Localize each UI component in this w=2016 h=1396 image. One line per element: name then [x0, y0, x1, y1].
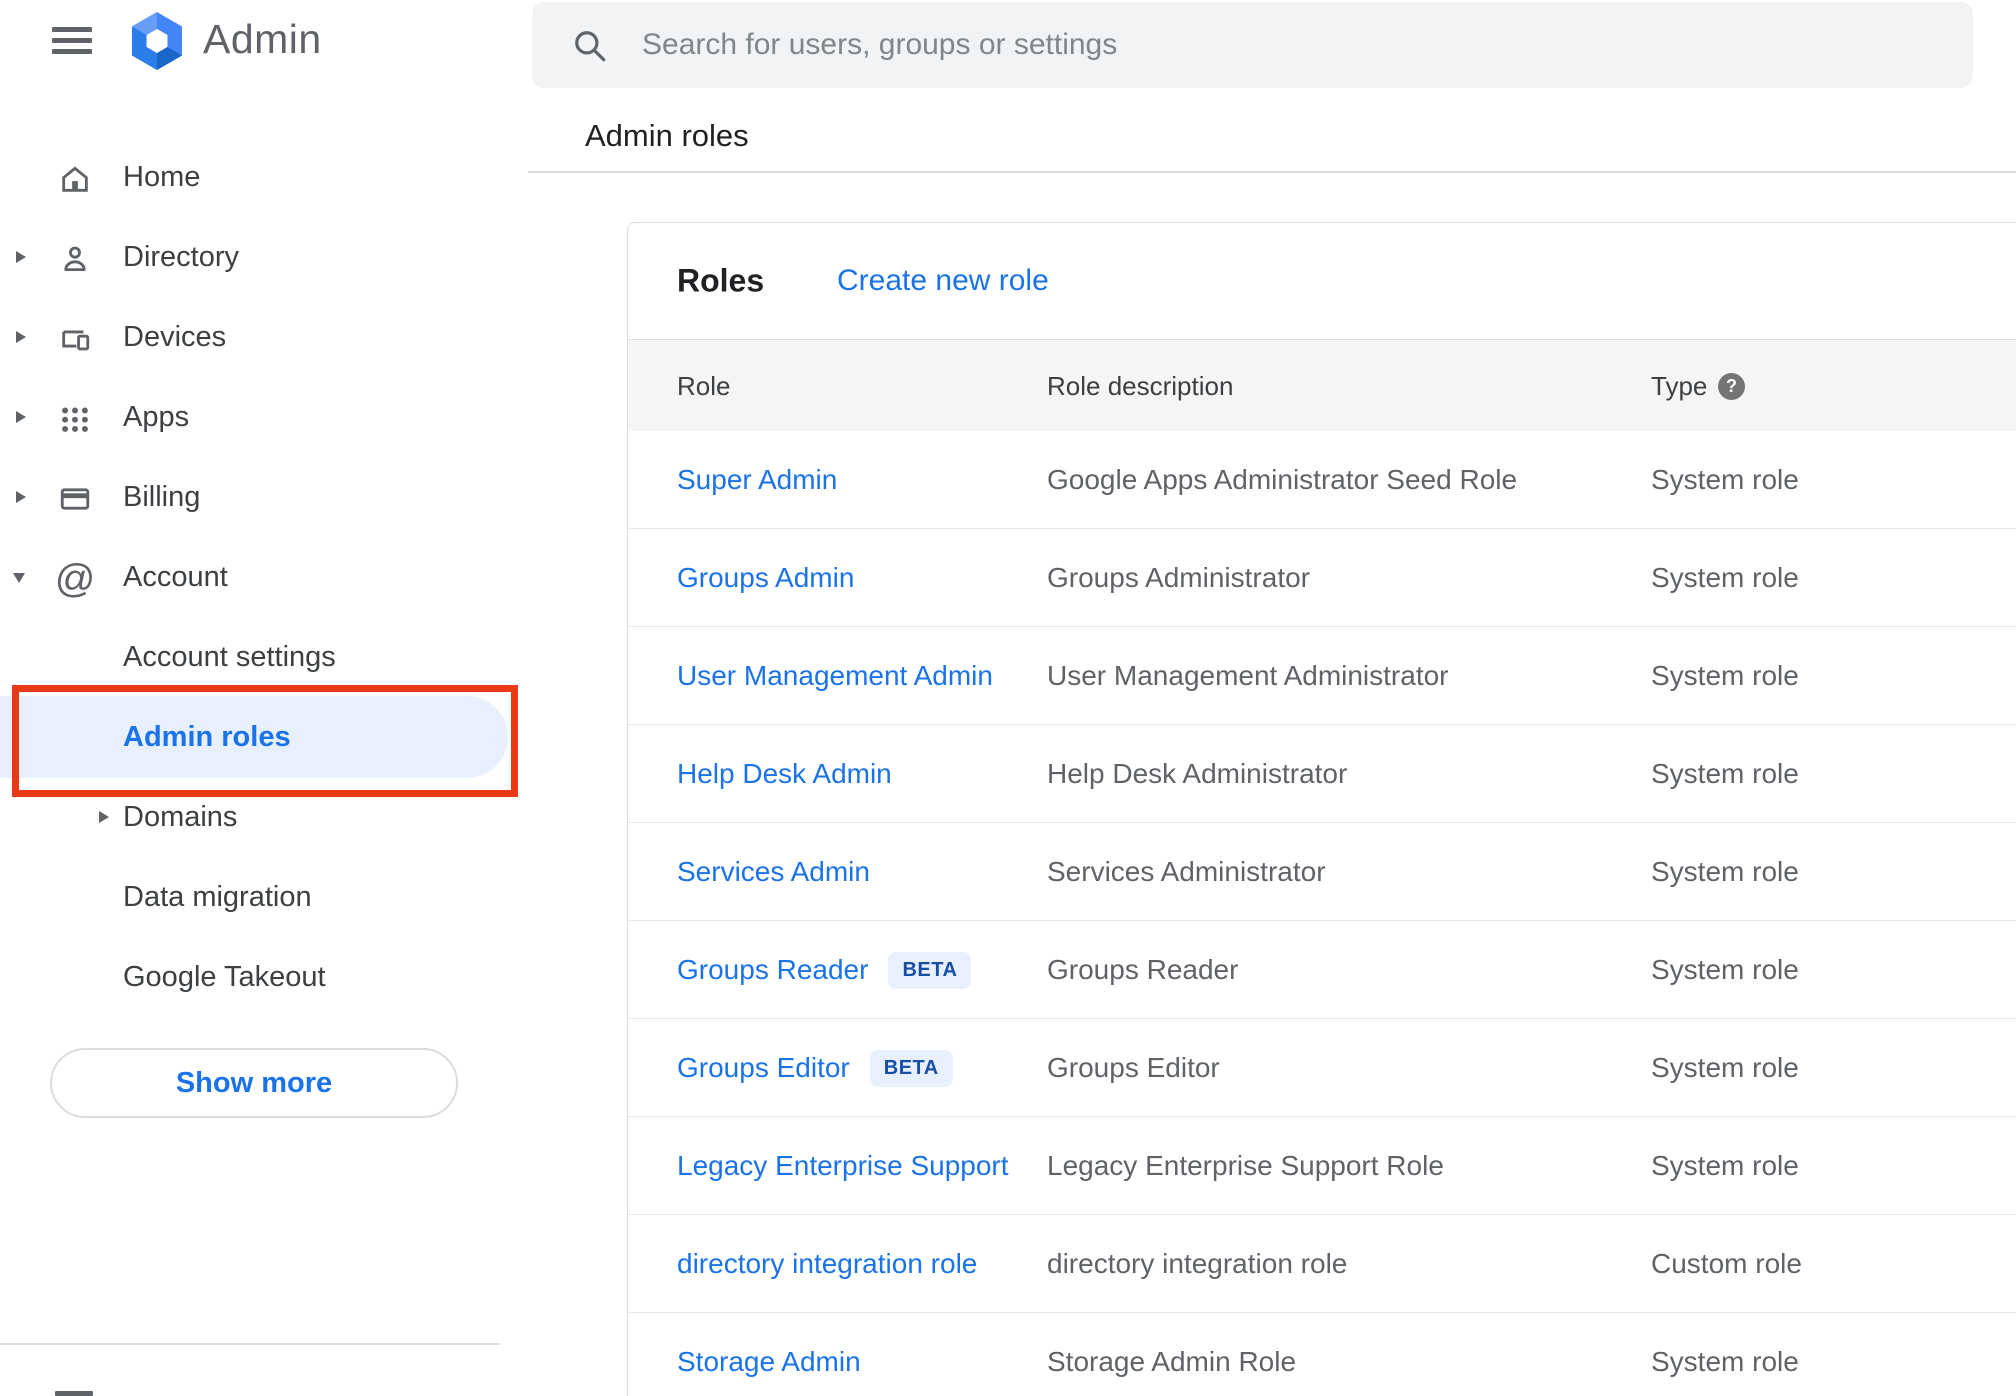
role-link[interactable]: Groups Admin	[677, 562, 854, 594]
apps-grid-icon	[55, 399, 95, 439]
google-admin-console: Admin Admin roles Home Directory Devices	[0, 0, 2016, 1396]
sidebar-item-label: Home	[123, 161, 201, 193]
sidebar-item-domains[interactable]: Domains	[0, 777, 500, 857]
sidebar-item-label: Data migration	[123, 881, 312, 913]
chevron-right-icon[interactable]	[16, 331, 26, 343]
beta-badge: BETA	[869, 1049, 953, 1087]
sidebar-item-apps[interactable]: Apps	[0, 377, 500, 457]
devices-icon	[55, 319, 95, 359]
sidebar-item-label: Devices	[123, 321, 227, 353]
column-header-description: Role description	[1047, 371, 1234, 401]
chevron-right-icon[interactable]	[16, 251, 26, 263]
table-row: User Management Admin User Management Ad…	[628, 627, 2016, 725]
roles-card-title: Roles	[677, 262, 765, 299]
roles-card: Roles Create new role Role Role descript…	[627, 222, 2016, 1396]
role-link[interactable]: User Management Admin	[677, 660, 993, 692]
admin-logo-title: Admin	[203, 16, 322, 62]
show-more-button[interactable]: Show more	[50, 1048, 458, 1118]
role-link[interactable]: Groups Reader	[677, 954, 868, 986]
table-row: Storage Admin Storage Admin Role System …	[628, 1313, 2016, 1396]
sidebar-item-label: Billing	[123, 481, 201, 513]
sidebar-item-label: Google Takeout	[123, 961, 326, 993]
column-header-role: Role	[677, 371, 731, 401]
role-link[interactable]: Storage Admin	[677, 1346, 861, 1378]
role-link[interactable]: Legacy Enterprise Support	[677, 1150, 1009, 1182]
search-bar[interactable]	[532, 2, 1973, 88]
sidebar-item-google-takeout[interactable]: Google Takeout	[0, 937, 500, 1017]
role-type: Custom role	[1651, 1248, 1802, 1279]
sidebar-item-directory[interactable]: Directory	[0, 217, 500, 297]
role-type: System role	[1651, 464, 1799, 495]
role-type: System role	[1651, 1150, 1799, 1181]
role-description: Groups Reader	[1047, 954, 1239, 985]
role-type: System role	[1651, 562, 1799, 593]
table-row: Groups Editor BETA Groups Editor System …	[628, 1019, 2016, 1117]
at-sign-icon: @	[54, 556, 96, 601]
role-link[interactable]: Groups Editor	[677, 1052, 850, 1084]
sidebar-item-account[interactable]: @ Account	[0, 537, 500, 617]
sidebar-item-billing[interactable]: Billing	[0, 457, 500, 537]
role-type: System role	[1651, 954, 1799, 985]
role-type: System role	[1651, 660, 1799, 691]
sidebar-item-label: Apps	[123, 401, 190, 433]
sidebar-item-label: Account	[123, 561, 228, 593]
credit-card-icon	[55, 479, 95, 519]
beta-badge: BETA	[888, 951, 972, 989]
role-link[interactable]: Super Admin	[677, 464, 837, 496]
role-description: directory integration role	[1047, 1248, 1348, 1279]
table-row: Groups Admin Groups Administrator System…	[628, 529, 2016, 627]
help-icon[interactable]: ?	[1718, 373, 1745, 400]
sidebar-item-devices[interactable]: Devices	[0, 297, 500, 377]
role-description: Google Apps Administrator Seed Role	[1047, 464, 1518, 495]
role-description: Storage Admin Role	[1047, 1346, 1297, 1377]
search-icon	[575, 31, 606, 62]
table-row: directory integration role directory int…	[628, 1215, 2016, 1313]
header-divider	[528, 171, 2016, 173]
sidebar-item-home[interactable]: Home	[0, 137, 500, 217]
table-row: Help Desk Admin Help Desk Administrator …	[628, 725, 2016, 823]
chevron-down-icon[interactable]	[13, 573, 25, 583]
role-description: Legacy Enterprise Support Role	[1047, 1150, 1444, 1181]
role-link[interactable]: directory integration role	[677, 1248, 977, 1280]
role-description: Groups Administrator	[1047, 562, 1310, 593]
create-new-role-link[interactable]: Create new role	[837, 264, 1049, 298]
table-row: Super Admin Google Apps Administrator Se…	[628, 431, 2016, 529]
chevron-right-icon[interactable]	[16, 491, 26, 503]
role-type: System role	[1651, 1346, 1799, 1377]
sidebar-divider	[0, 1343, 500, 1345]
table-row: Services Admin Services Administrator Sy…	[628, 823, 2016, 921]
sidebar-item-label: Domains	[123, 801, 238, 833]
column-header-type: Type	[1651, 371, 1708, 401]
role-type: System role	[1651, 758, 1799, 789]
role-description: Help Desk Administrator	[1047, 758, 1348, 789]
cropped-sidebar-icon	[55, 1391, 93, 1396]
chevron-right-icon[interactable]	[16, 411, 26, 423]
role-type: System role	[1651, 856, 1799, 887]
sidebar-item-admin-roles-selected[interactable]: Admin roles	[0, 696, 508, 778]
role-description: Services Administrator	[1047, 856, 1326, 887]
role-description: User Management Administrator	[1047, 660, 1449, 691]
sidebar-item-label: Directory	[123, 241, 240, 273]
role-type: System role	[1651, 1052, 1799, 1083]
person-icon	[55, 239, 95, 279]
sidebar-item-label: Admin roles	[123, 721, 291, 753]
roles-table-header: Role Role description Type ?	[628, 339, 2016, 431]
sidebar-item-account-settings[interactable]: Account settings	[0, 617, 500, 697]
home-icon	[55, 159, 95, 199]
hamburger-menu-icon[interactable]	[52, 27, 92, 54]
page-title: Admin roles	[585, 118, 749, 153]
role-link[interactable]: Help Desk Admin	[677, 758, 892, 790]
admin-logo-icon	[132, 12, 182, 70]
table-row: Groups Reader BETA Groups Reader System …	[628, 921, 2016, 1019]
search-input[interactable]	[642, 2, 1892, 88]
role-description: Groups Editor	[1047, 1052, 1220, 1083]
sidebar-item-label: Account settings	[123, 641, 336, 673]
table-row: Legacy Enterprise Support Legacy Enterpr…	[628, 1117, 2016, 1215]
sidebar-item-data-migration[interactable]: Data migration	[0, 857, 500, 937]
chevron-right-icon[interactable]	[99, 811, 109, 823]
role-link[interactable]: Services Admin	[677, 856, 870, 888]
